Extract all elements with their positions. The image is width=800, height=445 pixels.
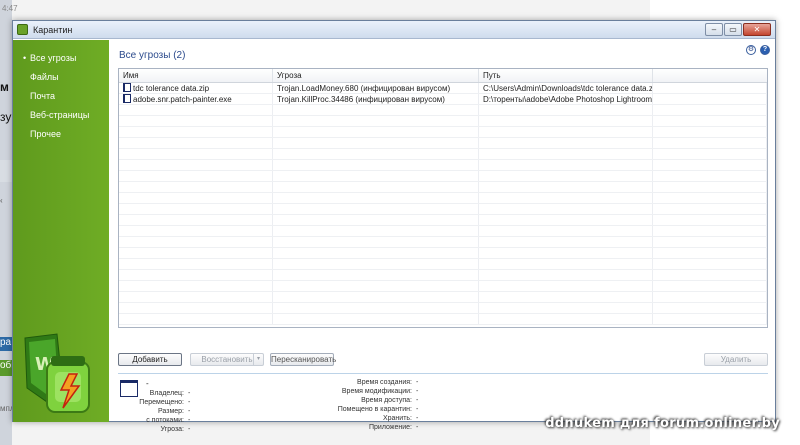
table-body: tdc tolerance data.zip Trojan.LoadMoney.…: [119, 83, 767, 325]
table-row-empty: [119, 116, 767, 127]
table-row-empty: [119, 160, 767, 171]
column-header-path[interactable]: Путь: [479, 69, 653, 82]
table-row-empty: [119, 105, 767, 116]
row-threat: Trojan.LoadMoney.680 (инфицирован вирусо…: [273, 83, 479, 93]
table-row-empty: [119, 127, 767, 138]
table-row[interactable]: adobe.snr.patch-painter.exe Trojan.KillP…: [119, 94, 767, 105]
maximize-button[interactable]: ▭: [724, 23, 742, 36]
page-title: Все угрозы (2): [119, 50, 186, 61]
table-row-empty: [119, 281, 767, 292]
table-row-empty: [119, 314, 767, 325]
table-row-empty: [119, 248, 767, 259]
detail-with-streams: с потоками: -: [146, 417, 191, 424]
sidebar-item-web-pages[interactable]: Веб-страницы: [23, 110, 89, 120]
detail-accessed: Время доступа: -: [361, 397, 419, 404]
detail-modified: Время модификации: -: [341, 388, 419, 395]
window-controls: – ▭ ✕: [705, 23, 771, 36]
detail-application: Приложение: -: [368, 424, 419, 431]
table-row-empty: [119, 303, 767, 314]
table-row-empty: [119, 292, 767, 303]
details-title: -: [146, 379, 149, 388]
restore-button-label: Восстановить: [201, 355, 253, 364]
sidebar-item-label: Файлы: [30, 72, 59, 82]
row-path: C:\Users\Admin\Downloads\tdc tolerance d…: [479, 83, 653, 93]
top-icons: ⚙ ?: [746, 45, 770, 55]
table-row-empty: [119, 226, 767, 237]
column-header-threat[interactable]: Угроза: [273, 69, 479, 82]
drweb-app-icon: [17, 24, 28, 35]
detail-threat: Угроза: -: [160, 426, 191, 433]
window-title: Карантин: [33, 24, 73, 35]
table-header: Имя Угроза Путь: [119, 69, 767, 83]
quarantine-window: Карантин – ▭ ✕ • Все угрозы Файлы Почта В…: [12, 20, 776, 433]
add-button[interactable]: Добавить: [118, 353, 182, 366]
row-threat: Trojan.KillProc.34486 (инфицирован вирус…: [273, 94, 479, 104]
sidebar-item-label: Почта: [30, 91, 55, 101]
background-arrow-fragment: ‹: [0, 196, 3, 205]
sidebar-item-label: Веб-страницы: [30, 110, 90, 120]
table-row-empty: [119, 182, 767, 193]
chevron-down-icon[interactable]: ▾: [253, 354, 263, 365]
detail-size: Размер: -: [157, 408, 191, 415]
delete-button[interactable]: Удалить: [704, 353, 768, 366]
detail-created: Время создания: -: [357, 379, 419, 386]
detail-owner: Владелец: -: [149, 390, 191, 397]
restore-button[interactable]: Восстановить ▾: [190, 353, 264, 366]
title-bar[interactable]: Карантин – ▭ ✕: [13, 21, 775, 39]
sidebar-item-files[interactable]: Файлы: [23, 72, 59, 82]
table-row-empty: [119, 138, 767, 149]
gear-icon[interactable]: ⚙: [746, 45, 756, 55]
close-button[interactable]: ✕: [743, 23, 771, 36]
minimize-button[interactable]: –: [705, 23, 723, 36]
detail-quarantined: Помещено в карантин: -: [337, 406, 419, 413]
active-bullet: •: [23, 53, 27, 63]
table-row-empty: [119, 149, 767, 160]
column-header-name[interactable]: Имя: [119, 69, 273, 82]
sidebar-item-all-threats[interactable]: • Все угрозы: [23, 53, 76, 63]
sidebar: • Все угрозы Файлы Почта Веб-страницы Про…: [13, 40, 109, 422]
file-icon: [123, 94, 131, 103]
sidebar-item-other[interactable]: Прочее: [23, 129, 61, 139]
background-timestamp-fragment: 4:47: [2, 4, 18, 13]
sidebar-item-mail[interactable]: Почта: [23, 91, 55, 101]
row-name: tdc tolerance data.zip: [133, 84, 210, 93]
table-row-empty: [119, 259, 767, 270]
rescan-button[interactable]: Пересканировать: [270, 353, 336, 366]
action-buttons: Добавить Восстановить ▾ Пересканировать …: [118, 353, 768, 367]
column-header-empty: [653, 69, 767, 82]
table-row-empty: [119, 171, 767, 182]
detail-keep: Хранить: -: [382, 415, 419, 422]
table-row-empty: [119, 193, 767, 204]
background-text-fragment-2: зу: [0, 110, 12, 124]
table-row-empty: [119, 204, 767, 215]
sidebar-item-label: Прочее: [30, 129, 61, 139]
table-row-empty: [119, 215, 767, 226]
table-row-empty: [119, 237, 767, 248]
main-panel: Все угрозы (2) ⚙ ? Имя Угроза Путь tdc t…: [110, 40, 775, 433]
row-path: D:\торенты\adobe\Adobe Photoshop Lightro…: [479, 94, 653, 104]
help-icon[interactable]: ?: [760, 45, 770, 55]
threats-table: Имя Угроза Путь tdc tolerance data.zip T…: [118, 68, 768, 328]
row-name: adobe.snr.patch-painter.exe: [133, 95, 232, 104]
sidebar-item-label: Все угрозы: [30, 53, 77, 63]
file-icon: [123, 83, 131, 92]
detail-moved: Перемещено: -: [139, 399, 191, 406]
table-row[interactable]: tdc tolerance data.zip Trojan.LoadMoney.…: [119, 83, 767, 94]
table-row-empty: [119, 270, 767, 281]
watermark-text: ddnukem для forum.onliner.by: [545, 416, 780, 431]
drweb-shield-logo-icon: W: [24, 333, 90, 413]
